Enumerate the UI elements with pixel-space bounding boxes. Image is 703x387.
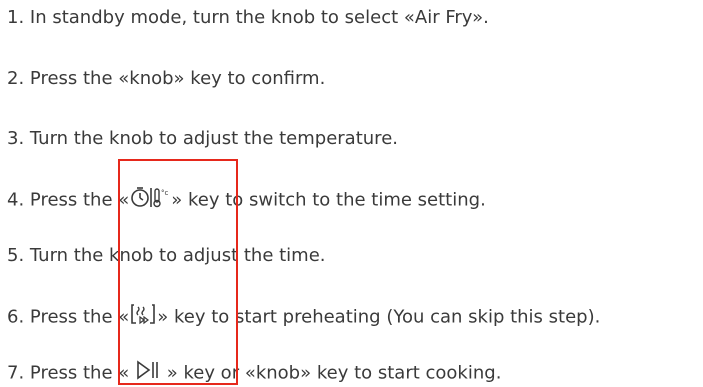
step-text-after: » key or «knob» key to start cooking. bbox=[161, 362, 502, 384]
preheat-icon bbox=[130, 302, 156, 333]
step-number: 2. bbox=[7, 68, 30, 89]
step-text-before: Press the « bbox=[29, 306, 130, 328]
step-text: Turn the knob to adjust the time. bbox=[29, 245, 326, 266]
step-text-after: » key to switch to the time setting. bbox=[171, 189, 486, 211]
step-1: 1. In standby mode, turn the knob to sel… bbox=[7, 6, 489, 30]
step-4: 4. Press the « °c » key to switch to the… bbox=[7, 186, 486, 215]
step-text-before: Press the « bbox=[29, 189, 130, 211]
step-3: 3. Turn the knob to adjust the temperatu… bbox=[7, 127, 398, 151]
svg-text:°c: °c bbox=[161, 189, 169, 197]
step-text: In standby mode, turn the knob to select… bbox=[29, 7, 489, 28]
step-number: 3. bbox=[7, 128, 30, 149]
step-6: 6. Press the « » key to start preheating… bbox=[7, 302, 600, 333]
step-number: 4. bbox=[7, 189, 30, 211]
cropped-heading-text bbox=[2, 0, 64, 4]
step-text: Press the «knob» key to confirm. bbox=[29, 68, 326, 89]
step-text: Turn the knob to adjust the temperature. bbox=[29, 128, 398, 149]
play-pause-icon bbox=[136, 360, 160, 387]
step-number: 5. bbox=[7, 245, 30, 266]
step-number: 7. bbox=[7, 362, 30, 384]
step-2: 2. Press the «knob» key to confirm. bbox=[7, 67, 325, 91]
step-number: 1. bbox=[7, 7, 30, 28]
cropped-heading bbox=[2, 0, 64, 4]
step-7: 7. Press the « » key or «knob» key to st… bbox=[7, 360, 501, 387]
timer-thermometer-icon: °c bbox=[130, 186, 170, 215]
step-5: 5. Turn the knob to adjust the time. bbox=[7, 244, 326, 268]
step-number: 6. bbox=[7, 306, 30, 328]
step-text-before: Press the « bbox=[29, 362, 135, 384]
step-text-after: » key to start preheating (You can skip … bbox=[157, 306, 601, 328]
